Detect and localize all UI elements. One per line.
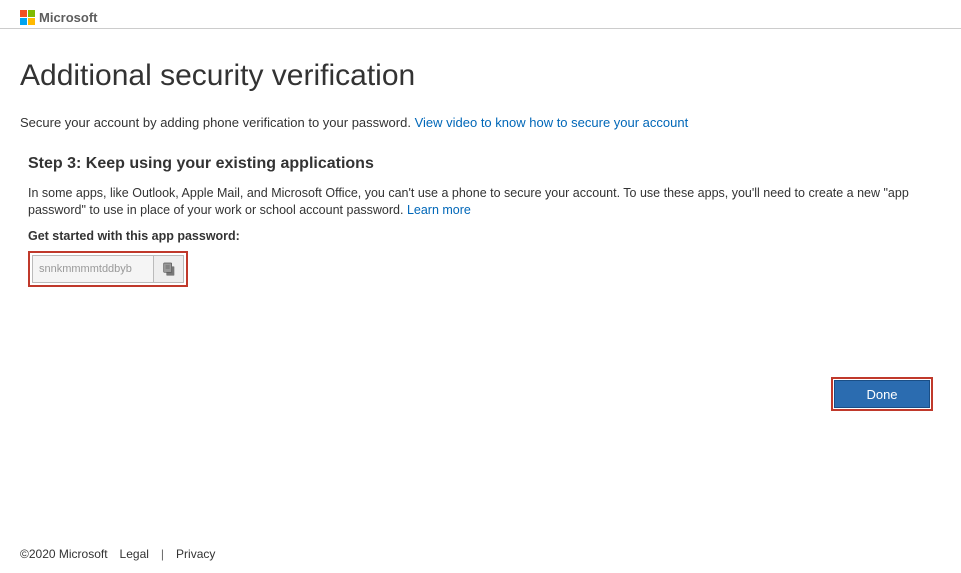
footer-legal-link[interactable]: Legal xyxy=(120,547,149,561)
footer: ©2020 Microsoft Legal | Privacy xyxy=(20,547,215,561)
intro-text: Secure your account by adding phone veri… xyxy=(20,115,415,130)
view-video-link[interactable]: View video to know how to secure your ac… xyxy=(415,115,689,130)
learn-more-link[interactable]: Learn more xyxy=(407,203,471,217)
microsoft-logo-icon xyxy=(20,10,35,25)
step-block: Step 3: Keep using your existing applica… xyxy=(20,155,941,287)
app-password-field[interactable]: snnkmmmmtddbyb xyxy=(32,255,154,283)
footer-copyright: ©2020 Microsoft xyxy=(20,547,108,561)
get-started-label: Get started with this app password: xyxy=(28,229,933,243)
step-description: In some apps, like Outlook, Apple Mail, … xyxy=(28,185,933,219)
copy-icon xyxy=(161,261,177,277)
microsoft-wordmark: Microsoft xyxy=(39,10,98,25)
microsoft-logo: Microsoft xyxy=(20,10,98,25)
done-button[interactable]: Done xyxy=(834,380,930,408)
copy-password-button[interactable] xyxy=(154,255,184,283)
app-password-container: snnkmmmmtddbyb xyxy=(28,251,188,287)
footer-privacy-link[interactable]: Privacy xyxy=(176,547,215,561)
app-header: Microsoft xyxy=(0,0,961,29)
page-title: Additional security verification xyxy=(20,59,941,93)
footer-separator: | xyxy=(161,547,164,561)
done-button-highlight: Done xyxy=(831,377,933,411)
done-button-wrap: Done xyxy=(831,377,933,411)
main-content: Additional security verification Secure … xyxy=(0,29,961,287)
step-title: Step 3: Keep using your existing applica… xyxy=(28,155,933,173)
intro-text-line: Secure your account by adding phone veri… xyxy=(20,115,941,130)
